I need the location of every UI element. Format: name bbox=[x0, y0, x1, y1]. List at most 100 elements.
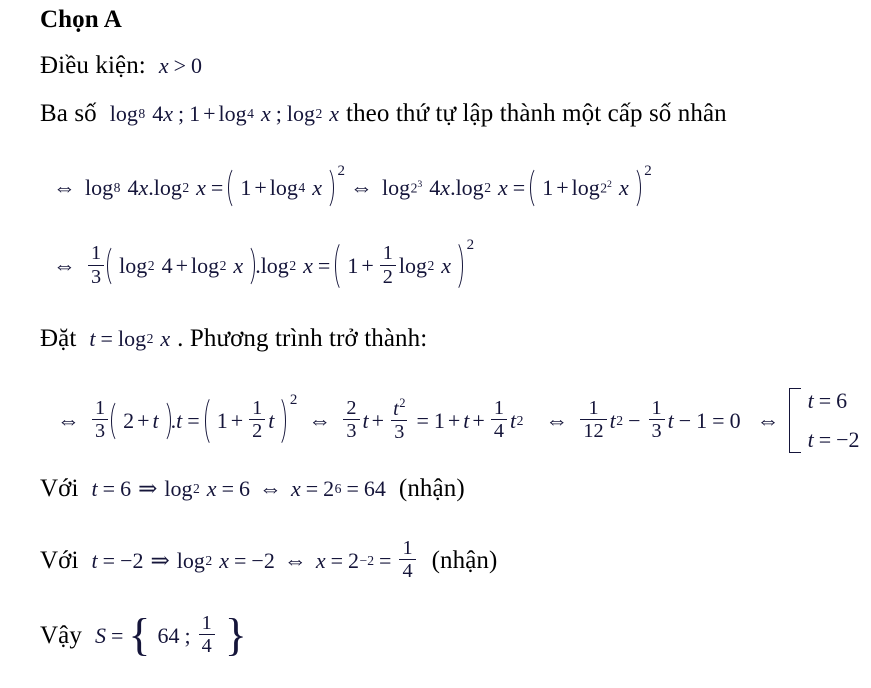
equals-operator: = bbox=[102, 476, 116, 501]
exponent-3: 3 bbox=[417, 179, 423, 191]
conclusion-line: Vậy S = { 64 ; 1 4 } bbox=[40, 612, 247, 657]
log-operator: log bbox=[571, 175, 600, 200]
equals-operator: = bbox=[305, 476, 319, 501]
right-paren bbox=[631, 166, 641, 210]
variable-x: x bbox=[219, 547, 229, 573]
power-base: 2 bbox=[348, 547, 360, 573]
sequence-terms-expression: log 8 4x ; 1 + log 4 x ; log 2 x bbox=[110, 101, 339, 127]
fraction-one-third: 1 3 bbox=[648, 398, 665, 441]
plus-operator: + bbox=[361, 253, 374, 278]
variable-x: x bbox=[138, 175, 149, 200]
sequence-lead-text: Ba số bbox=[40, 100, 97, 127]
power-base: 2 bbox=[323, 476, 335, 501]
x-result: 64 bbox=[363, 476, 386, 501]
log-base: 8 bbox=[138, 106, 146, 121]
equals-operator: = bbox=[818, 427, 832, 452]
variable-t: t bbox=[463, 407, 470, 433]
condition-line: Điều kiện: x > 0 bbox=[40, 52, 202, 80]
value-zero: 0 bbox=[191, 53, 203, 78]
variable-x: x bbox=[290, 476, 301, 501]
variable-t: t bbox=[362, 407, 369, 433]
iff-operator: ⇔ bbox=[53, 253, 76, 278]
equals-operator: = bbox=[100, 326, 113, 351]
variable-t: t bbox=[91, 476, 98, 501]
log-base-power: 22 bbox=[600, 179, 612, 196]
variable-t: t bbox=[91, 547, 98, 573]
exponent-2: 2 bbox=[516, 412, 524, 428]
log-base: 2 bbox=[219, 258, 227, 273]
fraction-one-half: 1 2 bbox=[249, 398, 266, 441]
log-operator: log bbox=[218, 101, 247, 126]
case-2-line: Với t = −2 ⇒ log 2 x = −2 ⇔ x = 2 −2 = 1 4… bbox=[40, 538, 498, 582]
conclusion-label: Vậy bbox=[40, 621, 82, 649]
left-paren bbox=[204, 394, 215, 447]
plus-operator: + bbox=[447, 407, 461, 433]
denominator: 3 bbox=[343, 419, 360, 441]
set-separator: ; bbox=[184, 622, 191, 648]
paren-body: 1 + 1 2 log 2 x bbox=[345, 240, 453, 292]
root-value-1: 6 bbox=[836, 388, 848, 413]
exponent-2: 2 bbox=[616, 412, 624, 428]
plus-operator: + bbox=[230, 407, 244, 433]
iff-operator: ⇔ bbox=[349, 175, 373, 200]
exponent-2: 2 bbox=[289, 391, 298, 408]
plus-operator: + bbox=[556, 175, 569, 200]
t-value: −2 bbox=[120, 547, 144, 573]
minus-operator: − bbox=[628, 407, 641, 433]
left-paren bbox=[335, 240, 345, 292]
argument-4: 4 bbox=[161, 253, 173, 278]
fraction-one-twelfth: 1 12 bbox=[580, 396, 607, 441]
term-separator: ; bbox=[177, 101, 185, 126]
log-base: 2 bbox=[289, 258, 297, 273]
variable-x: x bbox=[160, 326, 171, 351]
case-2-note: (nhận) bbox=[431, 546, 498, 574]
variable-x: x bbox=[329, 101, 340, 126]
log-operator: log bbox=[455, 175, 484, 200]
root-cases-system: t = 6 t = −2 bbox=[788, 388, 860, 453]
denominator: 4 bbox=[198, 634, 215, 656]
case-1-line: Với t = 6 ⇒ log 2 x = 6 ⇔ x = 26 = 64 (nh… bbox=[40, 475, 465, 503]
case-bracket bbox=[788, 388, 801, 453]
log-base: 2 bbox=[192, 481, 200, 496]
plus-operator: + bbox=[254, 175, 267, 200]
denominator: 2 bbox=[379, 264, 396, 287]
equation-2: ⇔ 1 3 log 2 4 + log 2 x . log 2 x = 1 + … bbox=[44, 237, 474, 292]
plus-operator: + bbox=[175, 253, 188, 278]
right-paren bbox=[161, 398, 171, 443]
left-paren bbox=[107, 244, 117, 288]
numerator: 1 bbox=[91, 242, 102, 265]
variable-x: x bbox=[158, 53, 169, 78]
sequence-line: Ba số log 8 4x ; 1 + log 4 x ; log 2 x theo… bbox=[40, 100, 727, 128]
case-2-label: Với bbox=[40, 546, 79, 574]
log-base: 2 bbox=[147, 258, 155, 273]
paren-body: log 2 4 + log 2 x bbox=[117, 244, 245, 288]
log-value: 6 bbox=[238, 476, 250, 501]
log-base: 4 bbox=[298, 180, 306, 195]
t-value: 6 bbox=[120, 476, 132, 501]
log-operator: log bbox=[153, 175, 182, 200]
equals-operator: = bbox=[187, 407, 200, 433]
variable-t: t bbox=[807, 388, 814, 413]
power-exponent: 6 bbox=[334, 481, 342, 496]
equals-operator: = bbox=[512, 175, 526, 200]
log-base: 2 bbox=[484, 180, 491, 195]
log-operator: log bbox=[381, 175, 411, 200]
equals-operator: = bbox=[110, 622, 124, 648]
left-paren bbox=[228, 166, 238, 210]
numerator: 1 bbox=[588, 396, 599, 419]
log-operator: log bbox=[260, 253, 289, 278]
conclusion-expression: S = { 64 ; 1 4 } bbox=[95, 612, 247, 657]
equals-operator: = bbox=[210, 175, 224, 200]
equals-operator: = bbox=[416, 407, 429, 433]
variable-t: t bbox=[667, 407, 674, 433]
log-base: 2 bbox=[205, 552, 213, 568]
denominator: 3 bbox=[88, 264, 105, 287]
equals-operator: = bbox=[221, 476, 234, 501]
log-base: 4 bbox=[247, 106, 254, 121]
fraction-one-quarter: 1 4 bbox=[490, 398, 507, 441]
iff-operator: ⇔ bbox=[57, 407, 80, 433]
plus-operator: + bbox=[203, 101, 216, 126]
numerator: 1 bbox=[95, 396, 106, 419]
denominator: 3 bbox=[391, 419, 408, 442]
plus-operator: + bbox=[371, 407, 385, 433]
